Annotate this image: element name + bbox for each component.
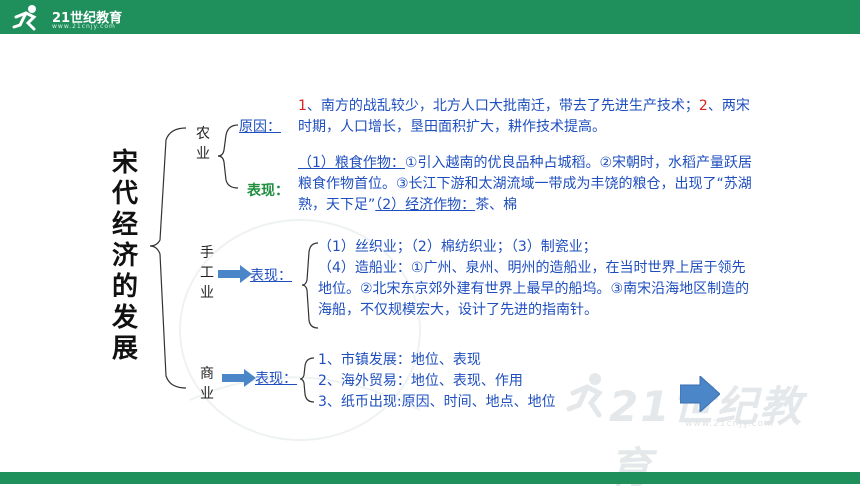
commerce-item: 2、海外贸易：地位、表现、作用 (318, 373, 523, 389)
handicraft-perf-label: 表现： (250, 268, 292, 284)
main-brace (149, 127, 187, 389)
commerce-brace (299, 357, 315, 403)
handicraft-brace (301, 242, 319, 329)
econ-crops-text: 茶、棉 (475, 197, 518, 213)
branch-handicraft: 手工业 (200, 245, 214, 301)
agriculture-cause-label: 原因： (239, 119, 281, 135)
agriculture-perf-label: 表现： (247, 183, 289, 199)
commerce-list: 1、市镇发展：地位、表现 2、海外贸易：地位、表现、作用 3、纸币出现:原因、时… (318, 350, 638, 413)
right-arrow-icon (222, 369, 256, 387)
diagram-title: 宋代经济的发展 (111, 148, 138, 364)
commerce-perf-label: 表现： (255, 371, 297, 387)
branch-commerce: 商业 (200, 366, 214, 402)
agriculture-cause-text: 1、南方的战乱较少，北方人口大批南迁，带去了先进生产技术；2、两宋时期，人口增长… (298, 96, 753, 138)
crops-label: （1）粮食作物： (298, 155, 405, 171)
branch-agriculture: 农业 (196, 126, 210, 162)
handicraft-line-1: （1）丝织业；（2）棉纺织业；（3）制瓷业； (318, 239, 597, 255)
agriculture-perf-text: （1）粮食作物：①引入越南的优良品种占城稻。②宋朝时，水稻产量跃居粮食作物首位。… (298, 153, 753, 216)
cause-number-1: 1 (298, 98, 307, 114)
cause-text-1: 、南方的战乱较少，北方人口大批南迁，带去了先进生产技术； (306, 98, 699, 114)
econ-crops-label: （2）经济作物： (375, 197, 476, 213)
next-arrow-icon[interactable] (680, 376, 720, 412)
commerce-item: 3、纸币出现:原因、时间、地点、地位 (318, 394, 556, 410)
cause-number-2: 2 (698, 98, 708, 114)
handicraft-line-2: （4）造船业：①广州、泉州、明州的造船业，在当时世界上居于领先地位。②北宋东京郊… (318, 260, 750, 318)
agriculture-brace (217, 124, 239, 189)
right-arrow-icon (218, 265, 252, 283)
handicraft-text: （1）丝织业；（2）棉纺织业；（3）制瓷业； （4）造船业：①广州、泉州、明州的… (318, 237, 750, 321)
bottom-bar (0, 472, 860, 484)
commerce-item: 1、市镇发展：地位、表现 (318, 352, 481, 368)
